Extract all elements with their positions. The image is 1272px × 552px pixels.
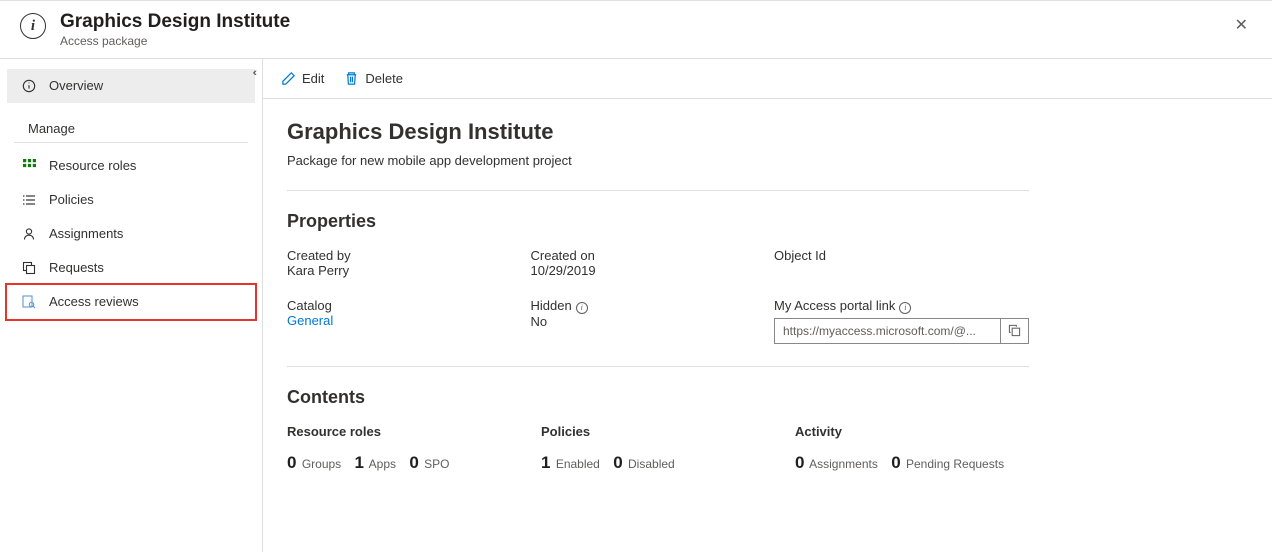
sidebar-label: Overview — [49, 78, 103, 93]
sidebar-item-overview[interactable]: Overview — [7, 69, 255, 103]
blade-title: Graphics Design Institute — [60, 11, 1227, 34]
contents-heading: Contents — [287, 387, 1029, 408]
info-icon[interactable]: i — [899, 302, 911, 314]
created-on-label: Created on — [531, 248, 755, 263]
sidebar-item-access-reviews[interactable]: Access reviews — [7, 285, 255, 319]
portal-link-input[interactable] — [775, 324, 1000, 338]
catalog-label: Catalog — [287, 298, 511, 313]
blade-header: i Graphics Design Institute Access packa… — [0, 0, 1272, 59]
person-icon — [21, 226, 37, 242]
created-on-value: 10/29/2019 — [531, 263, 755, 278]
requests-icon — [21, 260, 37, 276]
sidebar-item-requests[interactable]: Requests — [7, 251, 255, 285]
policies-metrics: 1 Enabled 0 Disabled — [541, 453, 775, 473]
sidebar-section-manage: Manage — [14, 103, 248, 143]
properties-grid: Created by Kara Perry Created on 10/29/2… — [287, 248, 1029, 344]
pencil-icon — [281, 71, 296, 86]
catalog-link[interactable]: General — [287, 313, 511, 328]
delete-label: Delete — [365, 71, 403, 86]
properties-heading: Properties — [287, 211, 1029, 232]
activity-metrics: 0 Assignments 0 Pending Requests — [795, 453, 1029, 473]
sidebar-label: Resource roles — [49, 158, 136, 173]
sidebar-label: Requests — [49, 260, 104, 275]
sidebar-item-assignments[interactable]: Assignments — [7, 217, 255, 251]
grid-icon — [21, 158, 37, 174]
main-content: Edit Delete Graphics Design Institute Pa… — [263, 59, 1272, 552]
edit-label: Edit — [302, 71, 324, 86]
sidebar-label: Policies — [49, 192, 94, 207]
page-description: Package for new mobile app development p… — [287, 153, 1029, 168]
sidebar: ‹‹ Overview Manage Resource roles Polici… — [0, 59, 263, 552]
list-icon — [21, 192, 37, 208]
resource-roles-heading: Resource roles — [287, 424, 521, 439]
created-by-label: Created by — [287, 248, 511, 263]
header-titles: Graphics Design Institute Access package — [60, 11, 1227, 48]
portal-link-label: My Access portal linki — [774, 298, 1029, 314]
divider — [287, 366, 1029, 367]
trash-icon — [344, 71, 359, 86]
created-by-value: Kara Perry — [287, 263, 511, 278]
sidebar-item-policies[interactable]: Policies — [7, 183, 255, 217]
info-circle-icon — [21, 78, 37, 94]
resource-roles-metrics: 0 Groups 1 Apps 0 SPO — [287, 453, 521, 473]
copy-icon — [1008, 324, 1021, 337]
sidebar-label: Access reviews — [49, 294, 139, 309]
hidden-value: No — [531, 314, 755, 329]
contents-grid: Resource roles 0 Groups 1 Apps 0 SPO Pol… — [287, 424, 1029, 473]
delete-button[interactable]: Delete — [344, 71, 403, 86]
policies-heading: Policies — [541, 424, 775, 439]
access-reviews-icon — [21, 294, 37, 310]
command-bar: Edit Delete — [263, 59, 1272, 99]
blade-subtitle: Access package — [60, 34, 1227, 48]
page-title: Graphics Design Institute — [287, 119, 1029, 145]
activity-heading: Activity — [795, 424, 1029, 439]
edit-button[interactable]: Edit — [281, 71, 324, 86]
object-id-label: Object Id — [774, 248, 1029, 263]
info-icon: i — [20, 13, 46, 39]
divider — [287, 190, 1029, 191]
portal-link-box — [774, 318, 1029, 344]
sidebar-item-resource-roles[interactable]: Resource roles — [7, 149, 255, 183]
copy-button[interactable] — [1000, 319, 1028, 343]
collapse-sidebar-button[interactable]: ‹‹ — [253, 67, 254, 79]
sidebar-label: Assignments — [49, 226, 123, 241]
close-button[interactable]: ✕ — [1227, 11, 1256, 39]
hidden-label: Hiddeni — [531, 298, 755, 314]
info-icon[interactable]: i — [576, 302, 588, 314]
